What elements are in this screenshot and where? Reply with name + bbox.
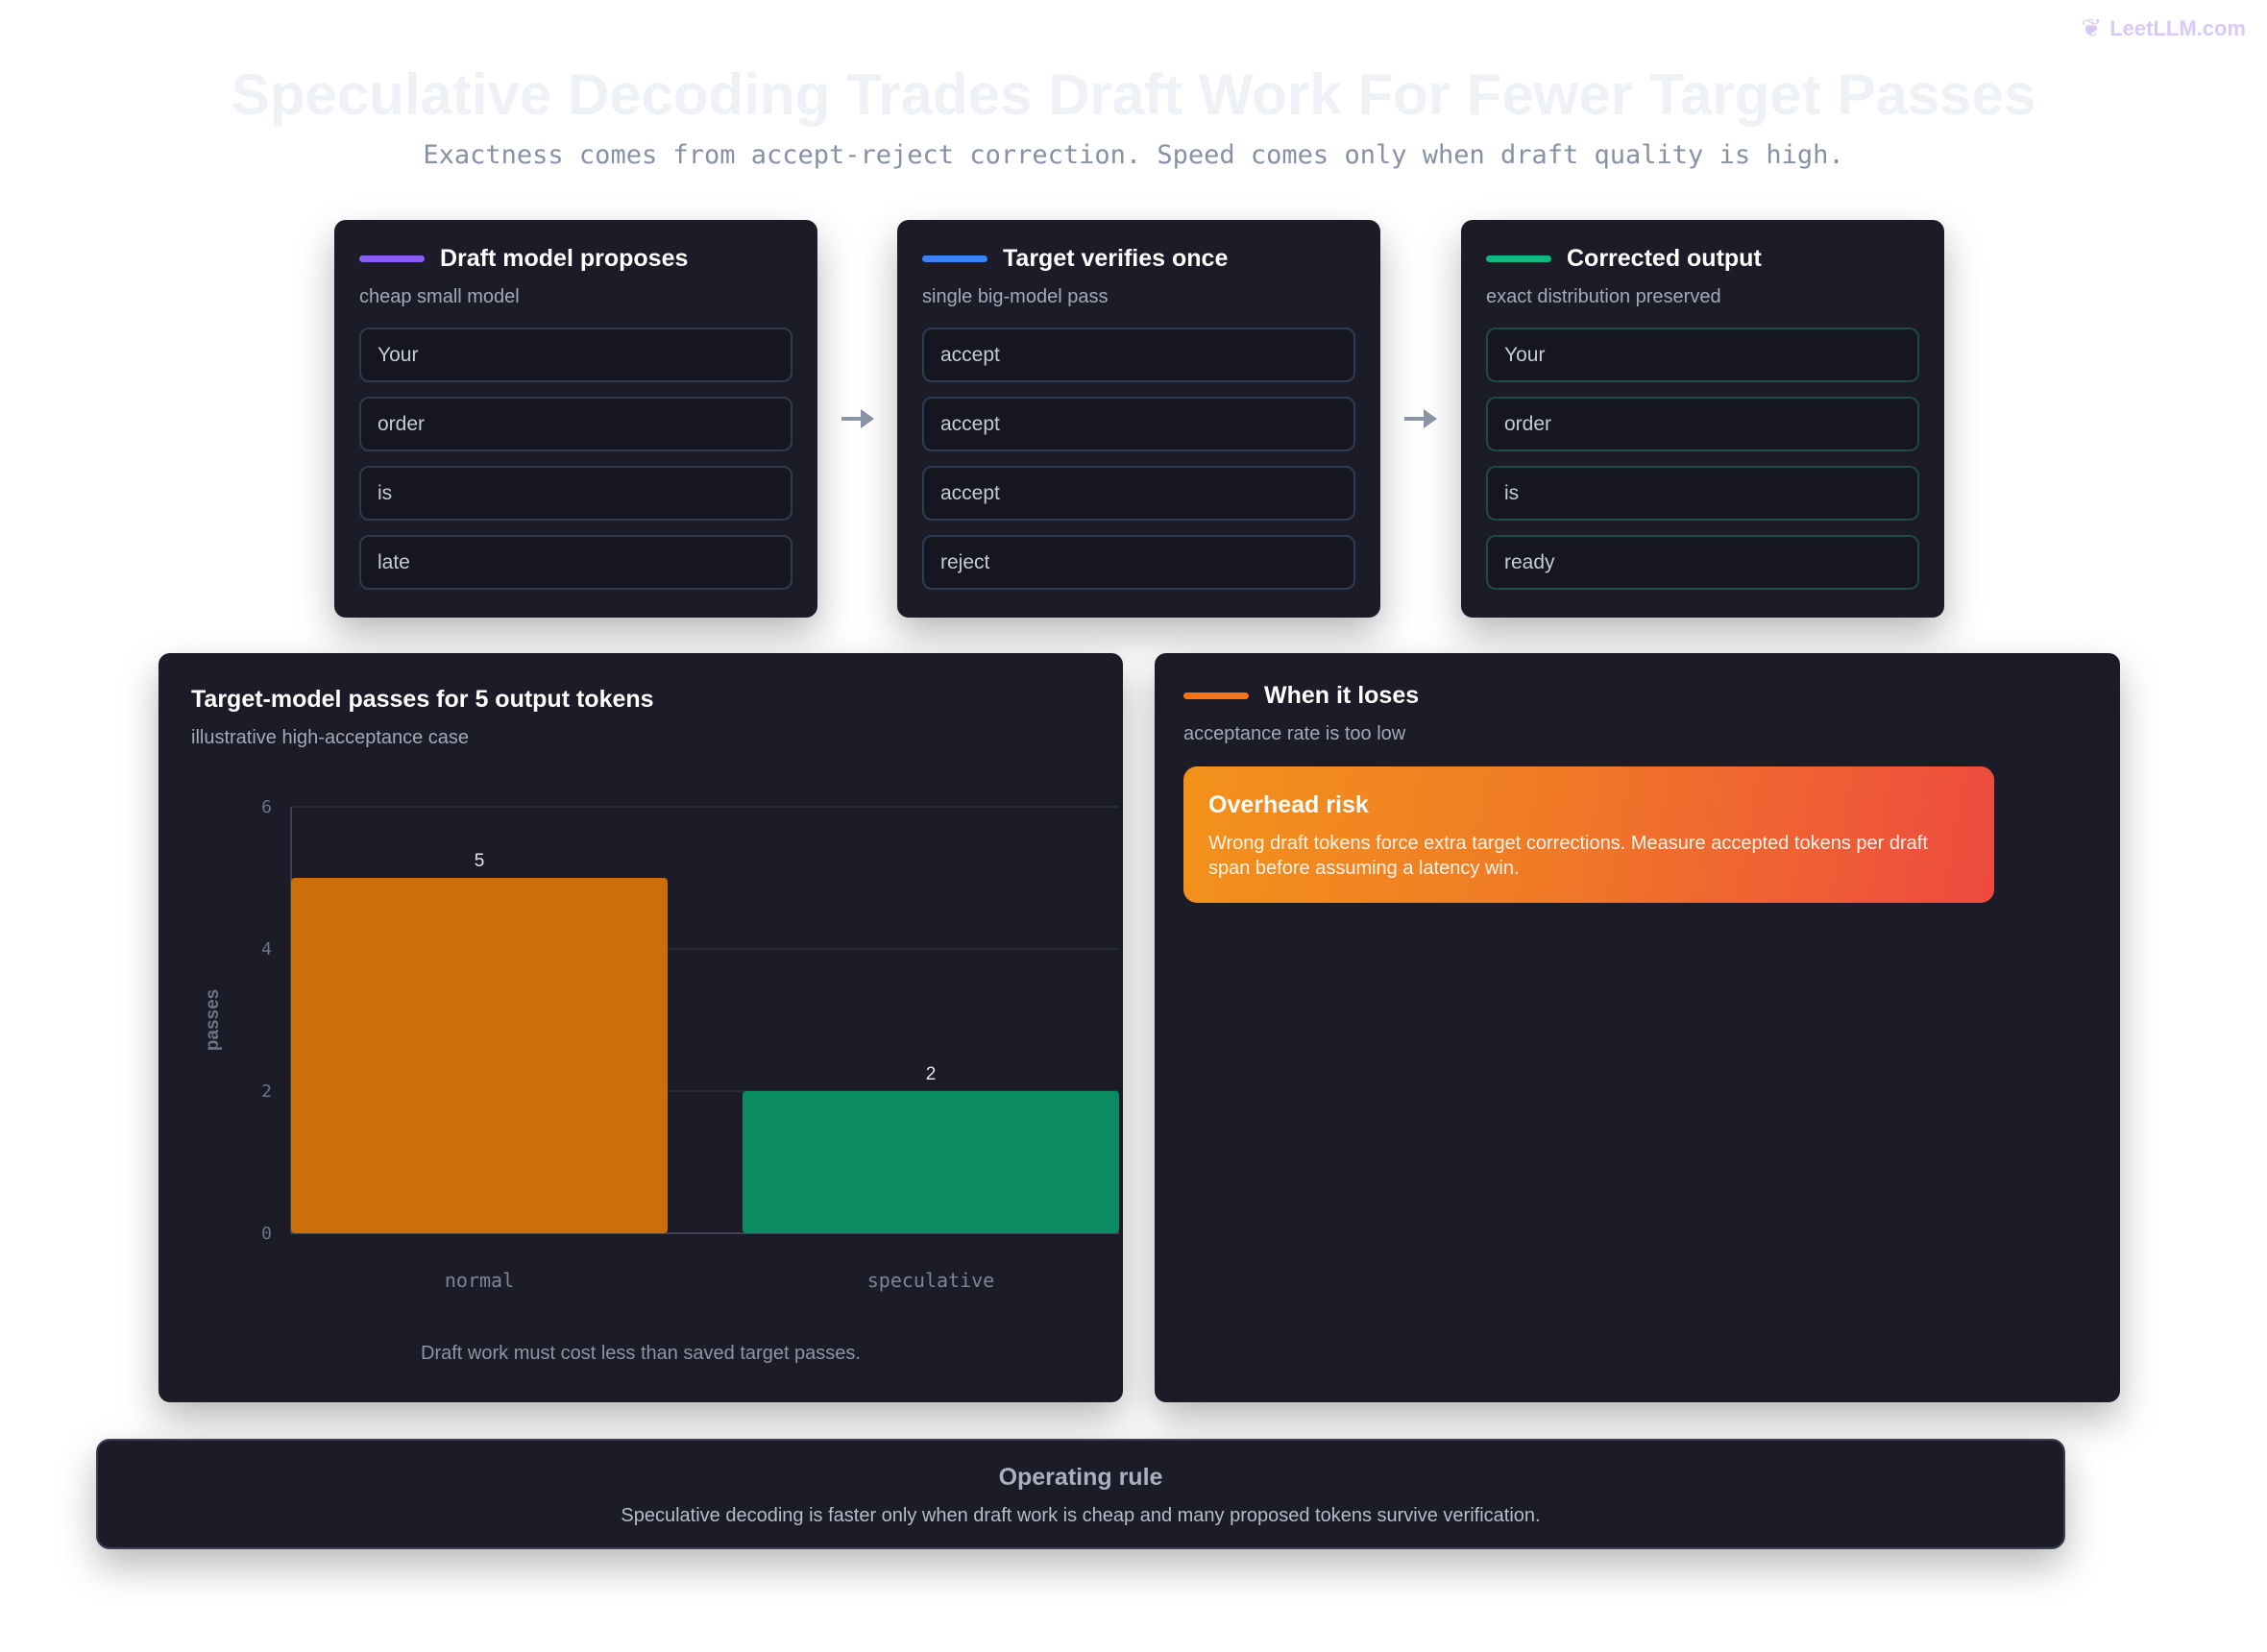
token-chip: Your <box>359 328 792 382</box>
stage-accent-bar <box>1486 255 1551 262</box>
brand-logo[interactable]: ❦ LeetLLM.com <box>2081 13 2246 43</box>
overhead-risk-card: Overhead risk Wrong draft tokens force e… <box>1183 766 1994 903</box>
token-chip: Your <box>1486 328 1919 382</box>
token-chip: order <box>1486 397 1919 451</box>
y-tick-label: 4 <box>261 939 272 960</box>
stage-draft-card: Draft model proposes cheap small model Y… <box>334 220 817 618</box>
token-chip: is <box>1486 466 1919 521</box>
operating-rule-banner: Operating rule Speculative decoding is f… <box>96 1439 2065 1549</box>
stage-accent-bar <box>359 255 425 262</box>
x-tick-label: normal <box>445 1269 514 1292</box>
y-tick-label: 0 <box>261 1224 272 1244</box>
risk-subtitle: acceptance rate is too low <box>1183 723 1406 744</box>
data-label: 5 <box>475 851 485 871</box>
risk-accent-bar <box>1183 692 1249 699</box>
stage-subtitle: cheap small model <box>359 286 520 307</box>
token-chip: accept <box>922 397 1355 451</box>
bar-speculative <box>743 1091 1119 1233</box>
page-subtitle: Exactness comes from accept-reject corre… <box>423 140 1844 170</box>
token-chip: is <box>359 466 792 521</box>
token-chip: reject <box>922 535 1355 590</box>
y-tick-label: 2 <box>261 1081 272 1102</box>
x-tick-label: speculative <box>867 1269 994 1292</box>
brain-icon: ❦ <box>2081 13 2103 42</box>
token-chip: order <box>359 397 792 451</box>
stage-subtitle: exact distribution preserved <box>1486 286 1721 307</box>
y-axis-label: passes <box>203 989 223 1051</box>
risk-card-text: Wrong draft tokens force extra target co… <box>1208 833 1928 879</box>
stage-subtitle: single big-model pass <box>922 286 1109 307</box>
data-label: 2 <box>926 1064 937 1084</box>
bar-chart: 0 2 4 6 passes 5 normal 2 speculative <box>203 797 1119 1292</box>
risk-card-title: Overhead risk <box>1208 791 1369 818</box>
rule-title: Operating rule <box>998 1464 1163 1491</box>
page-title: Speculative Decoding Trades Draft Work F… <box>231 62 2036 127</box>
token-chip: accept <box>922 466 1355 521</box>
chart-note: Draft work must cost less than saved tar… <box>421 1343 861 1364</box>
rule-text: Speculative decoding is faster only when… <box>621 1505 1541 1526</box>
stage-title: Corrected output <box>1567 245 1762 272</box>
token-chip: ready <box>1486 535 1919 590</box>
token-chip: late <box>359 535 792 590</box>
brand-name: LeetLLM.com <box>2109 15 2246 40</box>
stage-title: Draft model proposes <box>440 245 689 272</box>
token-chip: accept <box>922 328 1355 382</box>
arrow-right-icon <box>1404 409 1437 428</box>
risk-title: When it loses <box>1264 682 1420 709</box>
stage-accent-bar <box>922 255 987 262</box>
stage-output-card: Corrected output exact distribution pres… <box>1461 220 1944 618</box>
chart-panel: Target-model passes for 5 output tokens … <box>158 653 1123 1402</box>
arrow-right-icon <box>841 409 874 428</box>
bar-normal <box>291 878 668 1233</box>
y-tick-label: 6 <box>261 797 272 817</box>
stage-title: Target verifies once <box>1003 245 1229 272</box>
risk-panel: When it loses acceptance rate is too low… <box>1155 653 2120 1402</box>
stage-verify-card: Target verifies once single big-model pa… <box>897 220 1380 618</box>
